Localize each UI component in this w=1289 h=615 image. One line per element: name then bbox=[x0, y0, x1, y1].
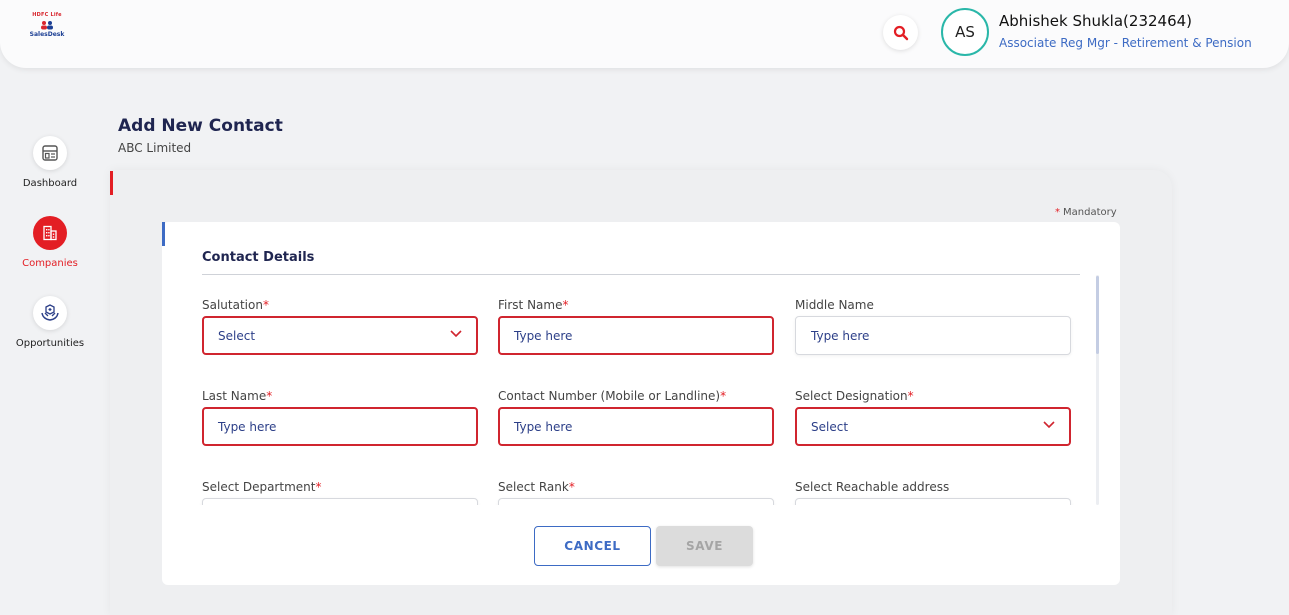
middle-name-label: Middle Name bbox=[795, 298, 874, 312]
sidebar-item-label: Opportunities bbox=[15, 338, 85, 349]
sidebar-item-opportunities[interactable]: Opportunities bbox=[0, 296, 100, 349]
section-divider bbox=[202, 274, 1080, 275]
sidebar-item-dashboard[interactable]: Dashboard bbox=[0, 136, 100, 189]
sidebar-item-companies[interactable]: Companies bbox=[0, 216, 100, 269]
logo-bottom-text: SalesDesk bbox=[29, 31, 65, 38]
section-title: Contact Details bbox=[202, 250, 315, 265]
page-title: Add New Contact bbox=[118, 116, 283, 136]
contact-number-placeholder: Type here bbox=[514, 419, 573, 434]
chevron-down-icon bbox=[1043, 421, 1055, 429]
save-button[interactable]: SAVE bbox=[656, 526, 753, 566]
designation-select[interactable]: Select bbox=[795, 407, 1071, 446]
chevron-down-icon bbox=[450, 330, 462, 338]
mandatory-note: * Mandatory bbox=[1055, 207, 1117, 218]
salutation-label: Salutation* bbox=[202, 298, 269, 312]
required-star: * bbox=[266, 389, 273, 403]
search-icon bbox=[893, 25, 908, 40]
salutation-label-text: Salutation bbox=[202, 298, 263, 312]
mandatory-star: * bbox=[1055, 207, 1060, 218]
opportunities-icon bbox=[41, 304, 59, 321]
department-select[interactable] bbox=[202, 498, 478, 505]
reachable-address-label-text: Select Reachable address bbox=[795, 480, 950, 494]
contact-number-input[interactable]: Type here bbox=[498, 407, 774, 446]
rank-label-text: Select Rank bbox=[498, 480, 569, 494]
reachable-address-select[interactable] bbox=[795, 498, 1071, 505]
logo-people-icon bbox=[41, 21, 53, 30]
user-name: Abhishek Shukla(232464) bbox=[999, 12, 1193, 30]
first-name-label-text: First Name bbox=[498, 298, 563, 312]
required-star: * bbox=[720, 389, 727, 403]
cancel-button[interactable]: CANCEL bbox=[534, 526, 651, 566]
required-star: * bbox=[562, 298, 569, 312]
avatar[interactable]: AS bbox=[941, 8, 989, 56]
companies-icon bbox=[43, 225, 57, 241]
sidebar-dashboard-button[interactable] bbox=[33, 136, 67, 170]
middle-name-input[interactable]: Type here bbox=[795, 316, 1071, 355]
reachable-address-label: Select Reachable address bbox=[795, 480, 949, 494]
contact-number-label-text: Contact Number (Mobile or Landline) bbox=[498, 389, 721, 403]
last-name-input[interactable]: Type here bbox=[202, 407, 478, 446]
middle-name-label-text: Middle Name bbox=[795, 298, 874, 312]
salutation-select[interactable]: Select bbox=[202, 316, 478, 355]
form-scroll-area[interactable]: Salutation* Select First Name* Type here… bbox=[190, 276, 1088, 505]
required-star: * bbox=[907, 389, 914, 403]
department-label: Select Department* bbox=[202, 480, 321, 494]
last-name-placeholder: Type here bbox=[218, 419, 277, 434]
required-star: * bbox=[568, 480, 575, 494]
first-name-label: First Name* bbox=[498, 298, 568, 312]
user-role: Associate Reg Mgr - Retirement & Pension bbox=[999, 36, 1252, 50]
search-button[interactable] bbox=[883, 15, 918, 50]
sidebar-item-label: Dashboard bbox=[22, 178, 78, 189]
rank-select[interactable] bbox=[498, 498, 774, 505]
sidebar-companies-button[interactable] bbox=[33, 216, 67, 250]
section-accent bbox=[162, 222, 165, 246]
rank-label: Select Rank* bbox=[498, 480, 575, 494]
required-star: * bbox=[315, 480, 322, 494]
sidebar-opportunities-button[interactable] bbox=[33, 296, 67, 330]
hdfc-salesdesk-logo[interactable]: HDFC Life SalesDesk bbox=[28, 12, 66, 52]
active-indicator bbox=[110, 171, 113, 195]
page-subtitle: ABC Limited bbox=[118, 141, 192, 155]
last-name-label: Last Name* bbox=[202, 389, 272, 403]
salutation-value: Select bbox=[218, 328, 256, 343]
middle-name-placeholder: Type here bbox=[811, 328, 870, 343]
sidebar-item-label: Companies bbox=[22, 258, 78, 269]
mandatory-text: Mandatory bbox=[1063, 207, 1117, 218]
top-header: HDFC Life SalesDesk AS Abhishek Shukla(2… bbox=[0, 0, 1289, 68]
required-star: * bbox=[262, 298, 269, 312]
designation-value: Select bbox=[811, 419, 849, 434]
dashboard-icon bbox=[42, 145, 58, 161]
first-name-placeholder: Type here bbox=[514, 328, 573, 343]
first-name-input[interactable]: Type here bbox=[498, 316, 774, 355]
department-label-text: Select Department bbox=[202, 480, 316, 494]
last-name-label-text: Last Name bbox=[202, 389, 267, 403]
contact-number-label: Contact Number (Mobile or Landline)* bbox=[498, 389, 726, 403]
designation-label-text: Select Designation bbox=[795, 389, 908, 403]
designation-label: Select Designation* bbox=[795, 389, 914, 403]
logo-top-text: HDFC Life bbox=[32, 12, 62, 18]
form-scrollbar-thumb[interactable] bbox=[1096, 276, 1099, 354]
